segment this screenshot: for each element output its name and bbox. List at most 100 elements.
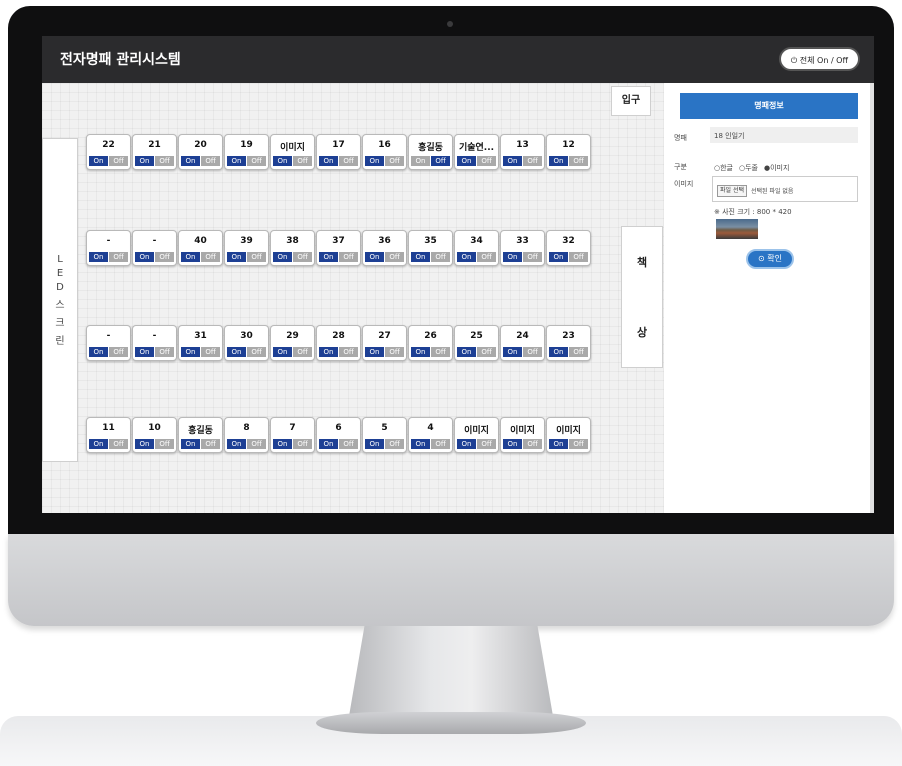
seat-off-button[interactable]: Off xyxy=(385,439,404,449)
seat-card[interactable]: 30 On Off xyxy=(224,325,269,361)
seat-on-button[interactable]: On xyxy=(365,156,384,166)
seat-on-button[interactable]: On xyxy=(227,156,246,166)
seat-on-button[interactable]: On xyxy=(549,156,568,166)
seat-off-button[interactable]: Off xyxy=(201,156,220,166)
seat-off-button[interactable]: Off xyxy=(385,252,404,262)
seat-off-button[interactable]: Off xyxy=(109,252,128,262)
seat-card[interactable]: 39 On Off xyxy=(224,230,269,266)
seat-card[interactable]: 24 On Off xyxy=(500,325,545,361)
seat-card[interactable]: 17 On Off xyxy=(316,134,361,170)
seat-on-button[interactable]: On xyxy=(135,347,154,357)
seat-on-button[interactable]: On xyxy=(227,252,246,262)
seat-on-button[interactable]: On xyxy=(227,439,246,449)
seat-on-button[interactable]: On xyxy=(135,252,154,262)
seat-on-button[interactable]: On xyxy=(89,252,108,262)
seat-on-button[interactable]: On xyxy=(89,156,108,166)
confirm-button[interactable]: ⊙ 확인 xyxy=(746,249,794,269)
seat-card[interactable]: 34 On Off xyxy=(454,230,499,266)
seat-card[interactable]: - On Off xyxy=(86,230,131,266)
seat-on-button[interactable]: On xyxy=(319,252,338,262)
seat-on-button[interactable]: On xyxy=(549,347,568,357)
seat-card[interactable]: 홍길동 On Off xyxy=(408,134,453,170)
seat-on-button[interactable]: On xyxy=(273,252,292,262)
seat-on-button[interactable]: On xyxy=(411,252,430,262)
seat-off-button[interactable]: Off xyxy=(155,347,174,357)
seat-off-button[interactable]: Off xyxy=(431,347,450,357)
seat-off-button[interactable]: Off xyxy=(109,156,128,166)
seat-on-button[interactable]: On xyxy=(503,156,522,166)
seat-on-button[interactable]: On xyxy=(181,439,200,449)
seat-card[interactable]: 이미지 On Off xyxy=(546,417,591,453)
seat-on-button[interactable]: On xyxy=(457,252,476,262)
seat-on-button[interactable]: On xyxy=(273,156,292,166)
seat-off-button[interactable]: Off xyxy=(293,252,312,262)
seat-off-button[interactable]: Off xyxy=(523,252,542,262)
seat-card[interactable]: 33 On Off xyxy=(500,230,545,266)
seat-card[interactable]: 37 On Off xyxy=(316,230,361,266)
seat-on-button[interactable]: On xyxy=(365,439,384,449)
seat-off-button[interactable]: Off xyxy=(569,156,588,166)
seat-off-button[interactable]: Off xyxy=(523,347,542,357)
seat-on-button[interactable]: On xyxy=(411,347,430,357)
seat-card[interactable]: 38 On Off xyxy=(270,230,315,266)
seat-on-button[interactable]: On xyxy=(181,252,200,262)
seat-card[interactable]: 26 On Off xyxy=(408,325,453,361)
seat-on-button[interactable]: On xyxy=(457,156,476,166)
seat-card[interactable]: 25 On Off xyxy=(454,325,499,361)
seat-on-button[interactable]: On xyxy=(503,439,522,449)
seat-card[interactable]: 이미지 On Off xyxy=(270,134,315,170)
seat-on-button[interactable]: On xyxy=(89,347,108,357)
seat-on-button[interactable]: On xyxy=(181,156,200,166)
seat-off-button[interactable]: Off xyxy=(109,347,128,357)
seat-on-button[interactable]: On xyxy=(135,439,154,449)
seat-card[interactable]: 28 On Off xyxy=(316,325,361,361)
seat-card[interactable]: 홍길동 On Off xyxy=(178,417,223,453)
seat-off-button[interactable]: Off xyxy=(339,439,358,449)
seat-off-button[interactable]: Off xyxy=(339,156,358,166)
seat-on-button[interactable]: On xyxy=(549,252,568,262)
seat-on-button[interactable]: On xyxy=(181,347,200,357)
seat-card[interactable]: 12 On Off xyxy=(546,134,591,170)
seat-card[interactable]: 40 On Off xyxy=(178,230,223,266)
type-radio-option[interactable]: ○한글 xyxy=(714,163,733,173)
seat-card[interactable]: 19 On Off xyxy=(224,134,269,170)
seat-card[interactable]: 13 On Off xyxy=(500,134,545,170)
seat-card[interactable]: 10 On Off xyxy=(132,417,177,453)
seat-on-button[interactable]: On xyxy=(227,347,246,357)
seat-card[interactable]: 6 On Off xyxy=(316,417,361,453)
seat-on-button[interactable]: On xyxy=(273,347,292,357)
seat-card[interactable]: 기술연... On Off xyxy=(454,134,499,170)
seat-on-button[interactable]: On xyxy=(549,439,568,449)
seat-off-button[interactable]: Off xyxy=(109,439,128,449)
seat-card[interactable]: 이미지 On Off xyxy=(454,417,499,453)
seat-on-button[interactable]: On xyxy=(89,439,108,449)
seat-card[interactable]: - On Off xyxy=(132,325,177,361)
seat-card[interactable]: 29 On Off xyxy=(270,325,315,361)
seat-off-button[interactable]: Off xyxy=(569,347,588,357)
seat-off-button[interactable]: Off xyxy=(477,156,496,166)
seat-off-button[interactable]: Off xyxy=(293,439,312,449)
seat-card[interactable]: 20 On Off xyxy=(178,134,223,170)
seat-card[interactable]: 이미지 On Off xyxy=(500,417,545,453)
seat-off-button[interactable]: Off xyxy=(293,156,312,166)
seat-card[interactable]: 36 On Off xyxy=(362,230,407,266)
seat-card[interactable]: 21 On Off xyxy=(132,134,177,170)
seat-off-button[interactable]: Off xyxy=(155,439,174,449)
choose-file-button[interactable]: 파일 선택 xyxy=(717,185,747,197)
seat-off-button[interactable]: Off xyxy=(477,252,496,262)
seat-card[interactable]: 31 On Off xyxy=(178,325,223,361)
seat-off-button[interactable]: Off xyxy=(431,439,450,449)
seat-on-button[interactable]: On xyxy=(503,252,522,262)
seat-on-button[interactable]: On xyxy=(319,439,338,449)
seat-off-button[interactable]: Off xyxy=(569,439,588,449)
seat-off-button[interactable]: Off xyxy=(201,252,220,262)
seat-card[interactable]: 27 On Off xyxy=(362,325,407,361)
type-radio-option[interactable]: ○두줄 xyxy=(739,163,758,173)
seat-off-button[interactable]: Off xyxy=(293,347,312,357)
panel-scrollbar[interactable] xyxy=(870,83,874,513)
seat-off-button[interactable]: Off xyxy=(385,347,404,357)
seat-off-button[interactable]: Off xyxy=(247,156,266,166)
seat-off-button[interactable]: Off xyxy=(247,252,266,262)
seat-off-button[interactable]: Off xyxy=(247,439,266,449)
seat-on-button[interactable]: On xyxy=(411,156,430,166)
